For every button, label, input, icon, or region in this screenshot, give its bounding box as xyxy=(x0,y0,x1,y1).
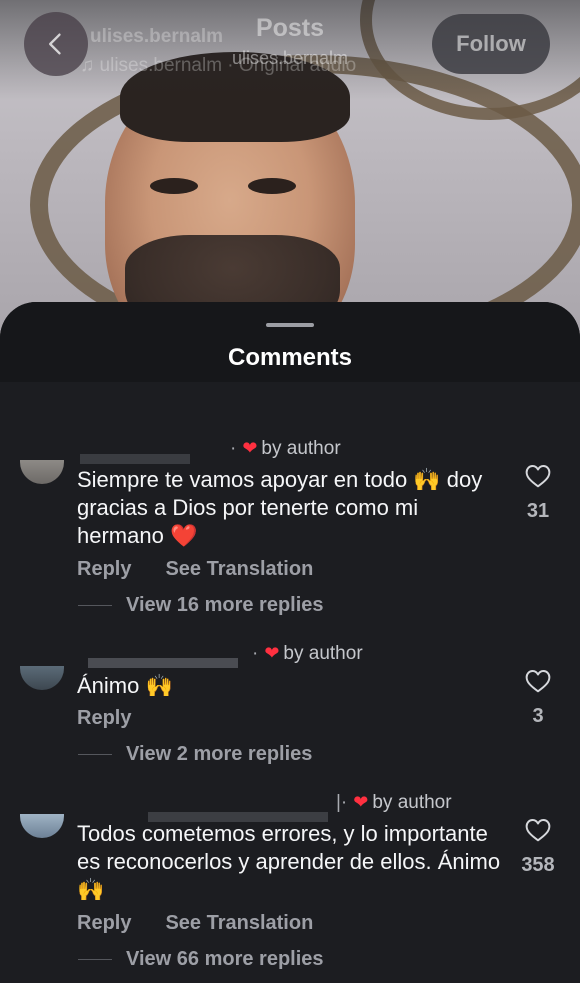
reply-button[interactable]: Reply xyxy=(77,912,131,934)
heart-filled-icon: ❤ xyxy=(264,643,280,663)
liked-by-author-label: by author xyxy=(261,438,341,459)
liked-by-author-label: by author xyxy=(283,643,363,664)
comment-text: Ánimo 🙌 xyxy=(77,673,173,698)
liked-by-author-tag: |· ❤ by author xyxy=(336,792,452,814)
heart-filled-icon: ❤ xyxy=(242,438,258,458)
view-more-replies-button[interactable]: View 2 more replies xyxy=(126,743,312,766)
avatar[interactable] xyxy=(20,460,64,484)
replies-divider xyxy=(78,754,112,755)
follow-button[interactable]: Follow xyxy=(432,14,550,74)
view-more-replies-button[interactable]: View 66 more replies xyxy=(126,948,324,971)
heart-outline-icon[interactable] xyxy=(525,464,551,488)
liked-by-author-tag: · ❤ by author xyxy=(230,438,341,460)
person-eye-right xyxy=(248,178,296,194)
view-more-replies-button[interactable]: View 16 more replies xyxy=(126,594,324,617)
comment-actions: Reply See Translation xyxy=(77,912,313,935)
comment-text: Todos cometemos errores, y lo importante… xyxy=(77,821,501,902)
replies-divider xyxy=(78,605,112,606)
avatar[interactable] xyxy=(20,666,64,690)
see-translation-button[interactable]: See Translation xyxy=(165,558,313,580)
liked-by-author-tag: · ❤ by author xyxy=(252,643,363,665)
reply-button[interactable]: Reply xyxy=(77,707,131,729)
comment-actions: Reply xyxy=(77,707,131,730)
like-count: 358 xyxy=(521,854,555,876)
person-eye-left xyxy=(150,178,198,194)
replies-divider xyxy=(78,959,112,960)
redacted-username xyxy=(80,454,190,464)
heart-outline-icon[interactable] xyxy=(525,669,551,693)
liked-by-author-label: by author xyxy=(372,792,452,813)
avatar[interactable] xyxy=(20,814,64,838)
see-translation-button[interactable]: See Translation xyxy=(165,912,313,934)
separator-dot: |· xyxy=(336,792,348,813)
heart-outline-icon[interactable] xyxy=(525,818,551,842)
comments-sheet: Comments · ❤ by author Siempre te vamos ap… xyxy=(0,302,580,983)
like-count: 3 xyxy=(532,705,544,727)
reply-button[interactable]: Reply xyxy=(77,558,131,580)
comments-title: Comments xyxy=(227,344,353,371)
separator-dot: · xyxy=(252,643,259,664)
comment-actions: Reply See Translation xyxy=(77,558,313,581)
heart-filled-icon: ❤ xyxy=(353,792,369,812)
sheet-drag-handle[interactable] xyxy=(266,323,314,327)
redacted-username xyxy=(88,658,238,668)
comment-text: Siempre te vamos apoyar en todo 🙌 doy gr… xyxy=(77,467,483,548)
like-count: 31 xyxy=(526,500,550,522)
separator-dot: · xyxy=(230,438,237,459)
